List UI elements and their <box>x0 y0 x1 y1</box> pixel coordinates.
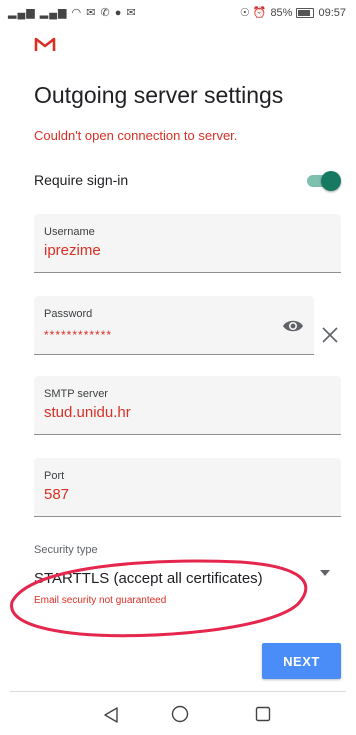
password-field[interactable]: Password ************ <box>34 296 314 355</box>
next-button[interactable]: NEXT <box>262 643 341 679</box>
back-icon[interactable] <box>101 705 121 725</box>
home-icon[interactable] <box>170 704 190 724</box>
security-type-label: Security type <box>34 544 98 556</box>
require-signin-toggle[interactable] <box>307 170 341 191</box>
port-value[interactable]: 587 <box>44 486 69 503</box>
port-label: Port <box>44 470 65 482</box>
clear-icon[interactable] <box>321 326 339 344</box>
status-bar: ▂▄▆ ▂▄▆ ◠ ✉ ✆ ● ✉ ☉ ⏰ 85% 09:57 <box>0 0 356 28</box>
password-value[interactable]: ************ <box>44 328 112 342</box>
error-message: Couldn't open connection to server. <box>34 128 238 143</box>
status-icons-right: ☉ ⏰ 85% 09:57 <box>239 6 346 20</box>
username-value[interactable]: iprezime <box>44 242 101 259</box>
security-type-select[interactable]: STARTTLS (accept all certificates) Email… <box>34 560 344 610</box>
annotation-ellipse <box>10 559 308 638</box>
password-label: Password <box>44 308 93 320</box>
username-label: Username <box>44 226 95 238</box>
dropdown-arrow-icon <box>320 570 330 576</box>
nav-divider <box>10 691 346 692</box>
username-field[interactable]: Username iprezime <box>34 214 341 273</box>
battery-percent: 85% <box>270 6 293 19</box>
status-icons-left: ▂▄▆ ▂▄▆ ◠ ✉ ✆ ● ✉ <box>8 6 137 19</box>
eye-icon[interactable] <box>282 318 304 334</box>
toggle-thumb <box>321 171 341 191</box>
clock: 09:57 <box>318 6 346 19</box>
smtp-server-field[interactable]: SMTP server stud.unidu.hr <box>34 376 341 435</box>
battery-icon <box>296 7 315 18</box>
security-type-value: STARTTLS (accept all certificates) <box>34 570 263 587</box>
security-warning: Email security not guaranteed <box>34 595 167 606</box>
gmail-logo <box>34 37 56 51</box>
notification-icons: ▂▄▆ ▂▄▆ ◠ ✉ ✆ ● ✉ <box>8 7 137 19</box>
alarm-icons: ☉ ⏰ <box>239 7 267 19</box>
recent-apps-icon[interactable] <box>254 705 272 723</box>
port-field[interactable]: Port 587 <box>34 458 341 517</box>
smtp-label: SMTP server <box>44 388 108 400</box>
require-signin-label: Require sign-in <box>34 172 129 188</box>
smtp-value[interactable]: stud.unidu.hr <box>44 404 131 421</box>
page-title: Outgoing server settings <box>34 82 284 108</box>
